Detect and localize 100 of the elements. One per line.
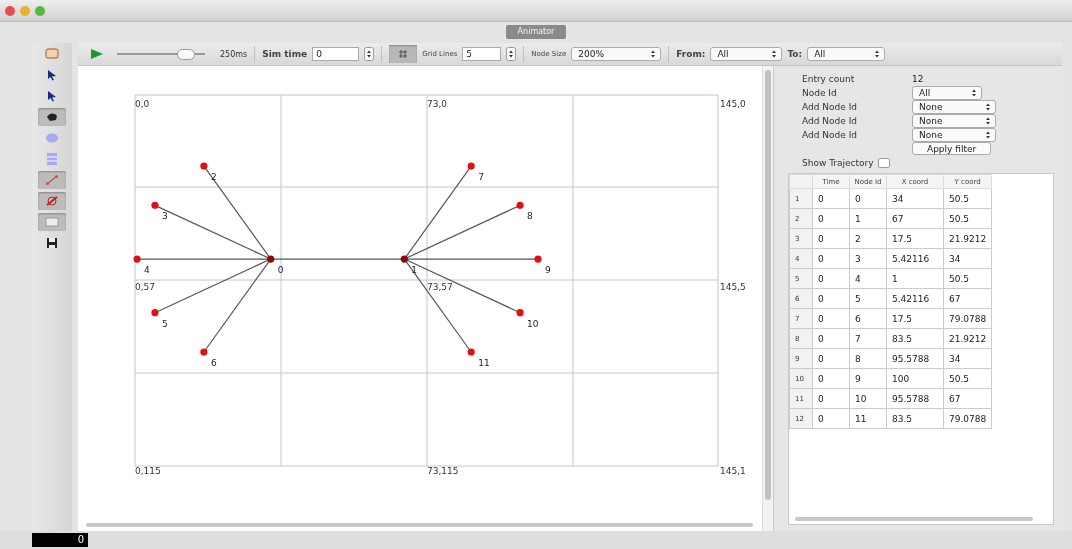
status-field: 0 — [32, 533, 88, 547]
table-cell: 6 — [849, 308, 887, 329]
window-title: Animator — [505, 25, 567, 39]
table-cell: 0 — [812, 288, 850, 309]
table-cell: 10 — [849, 388, 887, 409]
table-cell: 34 — [943, 248, 992, 269]
table-cell: 4 — [849, 268, 887, 289]
table-cell: 34 — [886, 188, 944, 209]
play-icon[interactable] — [90, 48, 104, 60]
updown-icon — [985, 115, 991, 126]
table-cell: 5.42116 — [886, 288, 944, 309]
table-cell: 0 — [812, 188, 850, 209]
stepper-icon[interactable] — [364, 47, 375, 61]
node-label: 3 — [161, 211, 168, 222]
horizontal-scrollbar[interactable] — [795, 517, 1033, 521]
vertical-scrollbar[interactable] — [762, 66, 773, 531]
coordinate-label: 0,57 — [135, 282, 156, 292]
entry-count-label: Entry count — [802, 73, 856, 84]
panel-icon — [44, 214, 60, 230]
grid-lines-field[interactable]: 5 — [462, 47, 502, 61]
table-cell: 0 — [812, 268, 850, 289]
table-cell: 83.5 — [886, 328, 944, 349]
table-cell: 2 — [849, 228, 887, 249]
table-cell: 9 — [849, 368, 887, 389]
close-button[interactable] — [5, 5, 15, 16]
table-cell: 3 — [849, 248, 887, 269]
table-cell: 11 — [849, 408, 887, 429]
node-label: 9 — [545, 265, 551, 276]
window-icon — [44, 46, 60, 62]
grid-icon — [398, 49, 409, 59]
minimize-button[interactable] — [20, 5, 30, 16]
from-label: From: — [676, 49, 706, 59]
grid-icon — [44, 151, 60, 167]
coordinate-label: 145,5 — [720, 282, 746, 292]
node-label: 8 — [527, 211, 533, 222]
add-node-id-label: Add Node Id — [802, 129, 858, 140]
from-select[interactable]: All — [710, 47, 783, 61]
updown-icon — [771, 49, 778, 59]
sim-time-label: Sim time — [262, 49, 308, 59]
apply-filter-button[interactable]: Apply filter — [912, 142, 992, 155]
stepper-icon[interactable] — [506, 47, 517, 61]
table-cell: 50.5 — [943, 268, 992, 289]
table-cell: 1 — [886, 268, 944, 289]
table-cell: 67 — [886, 208, 944, 229]
table-cell: 8 — [849, 348, 887, 369]
show-trajectory-label: Show Trajectory — [802, 157, 874, 168]
table-cell: 50.5 — [943, 368, 992, 389]
node-size-select[interactable]: 200% — [571, 47, 662, 61]
coordinate-label: 0,0 — [135, 99, 150, 109]
table-cell: 7 — [849, 328, 887, 349]
node-label: 11 — [478, 358, 490, 368]
add-node-id-label: Add Node Id — [802, 115, 858, 126]
node-label: 2 — [210, 172, 217, 183]
table-cell: 0 — [812, 308, 850, 329]
entry-count-value: 12 — [912, 73, 924, 84]
grid-button[interactable] — [389, 45, 418, 63]
node-id-label: Node Id — [802, 87, 838, 98]
link-icon — [44, 172, 60, 188]
node-label: 0 — [277, 265, 284, 276]
table-cell: 50.5 — [943, 188, 992, 209]
node-id-select[interactable]: All — [912, 85, 982, 100]
table-cell: 0 — [849, 188, 887, 209]
to-label: To: — [787, 49, 803, 59]
table-cell: 0 — [812, 368, 850, 389]
tool-button[interactable] — [38, 108, 66, 126]
node-label: 4 — [144, 265, 150, 276]
updown-icon — [874, 49, 881, 59]
table-cell: 67 — [943, 388, 992, 409]
coordinate-label: 145,0 — [720, 99, 746, 109]
coordinate-label: 73,115 — [427, 466, 459, 476]
coordinate-label: 73,57 — [427, 282, 453, 292]
save-icon — [44, 235, 60, 251]
table-cell: 83.5 — [886, 408, 944, 429]
table-cell: 50.5 — [943, 208, 992, 229]
node-label: 10 — [527, 318, 539, 329]
table-cell: 100 — [886, 368, 944, 389]
table-cell: 5.42116 — [886, 248, 944, 269]
table-cell: 0 — [812, 208, 850, 229]
table-cell: 17.5 — [886, 228, 944, 249]
unlink-icon — [44, 193, 60, 209]
to-select[interactable]: All — [807, 47, 886, 61]
table-cell: 0 — [812, 388, 850, 409]
speed-reading: 250ms — [220, 49, 248, 59]
updown-icon — [971, 87, 977, 98]
table-cell: 34 — [943, 348, 992, 369]
zoom-button[interactable] — [35, 5, 45, 16]
updown-icon — [650, 49, 657, 59]
node-label: 1 — [411, 265, 418, 276]
coordinate-label: 145,1 — [720, 466, 746, 476]
sim-time-field[interactable]: 0 — [312, 47, 360, 61]
updown-icon — [985, 101, 991, 112]
table-cell: 1 — [849, 208, 887, 229]
table-cell: 0 — [812, 248, 850, 269]
coordinate-label: 73,0 — [427, 99, 448, 109]
table-cell: 21.9212 — [943, 328, 992, 349]
table-cell: 17.5 — [886, 308, 944, 329]
trajectory-checkbox[interactable] — [877, 157, 890, 168]
table-cell: 0 — [812, 348, 850, 369]
table-cell: 0 — [812, 408, 850, 429]
add-node-id-label: Add Node Id — [802, 101, 858, 112]
